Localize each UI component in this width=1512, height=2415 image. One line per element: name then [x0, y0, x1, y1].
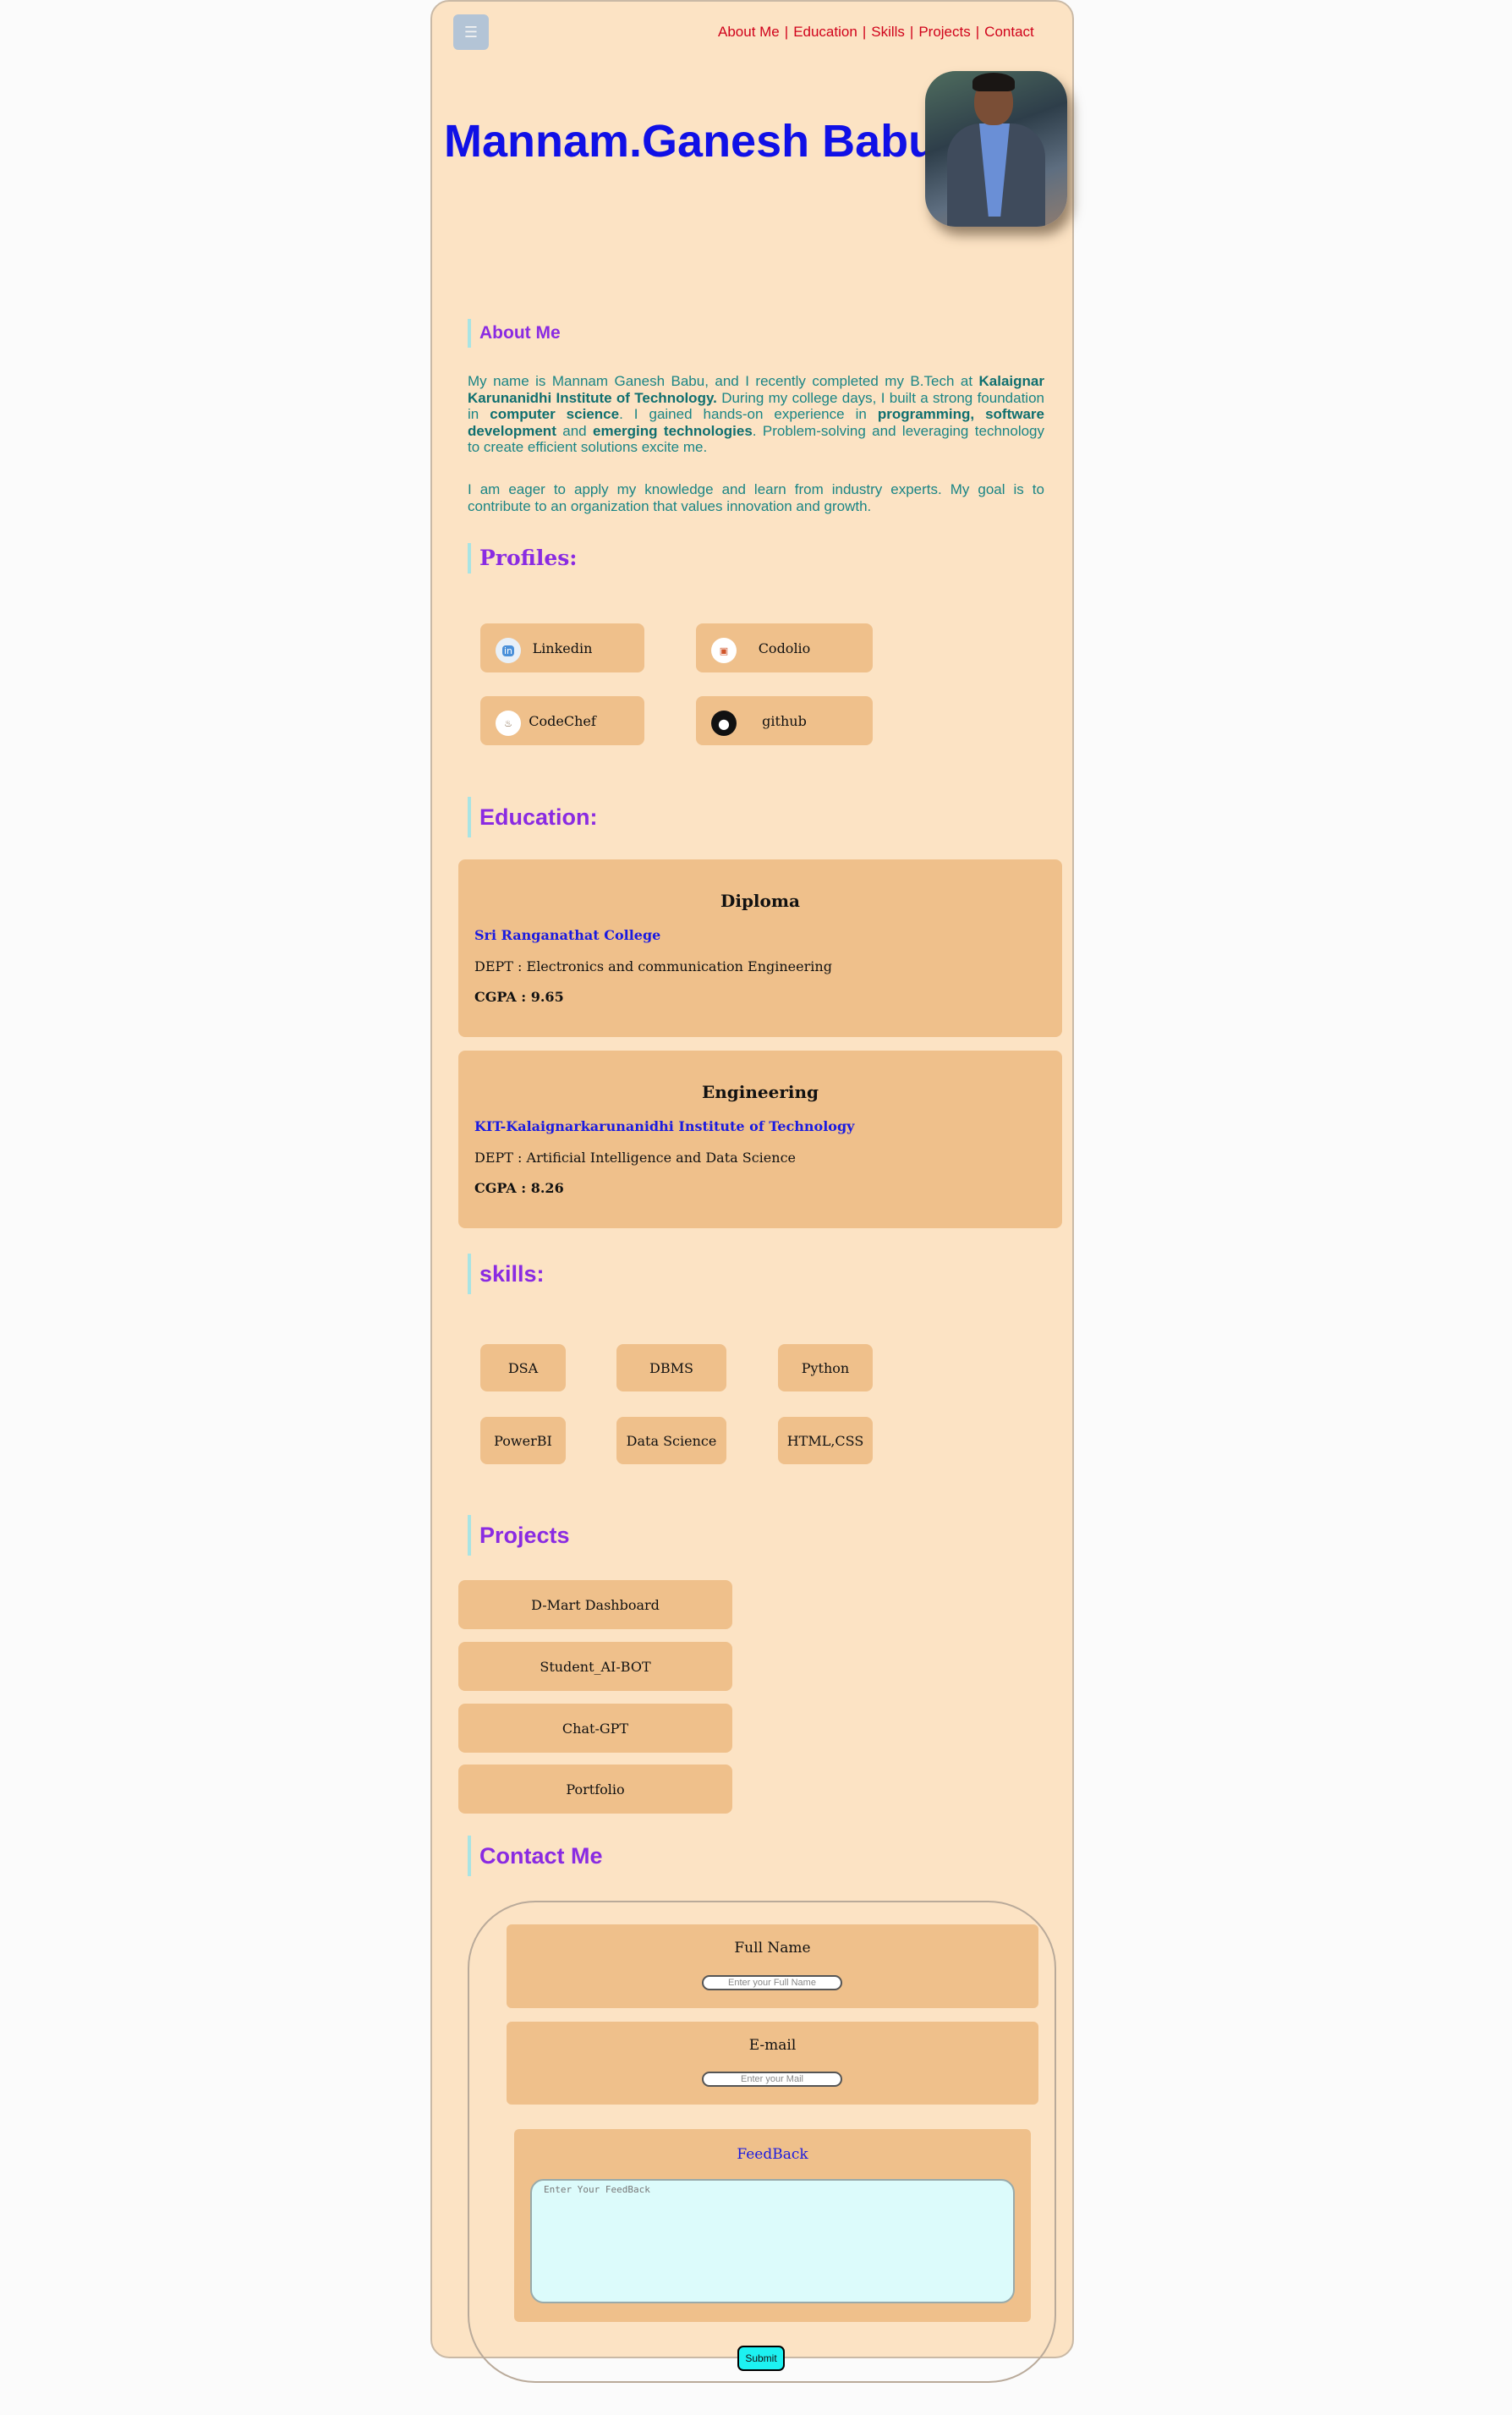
- skill-data-science: Data Science: [616, 1417, 726, 1464]
- menu-button[interactable]: ☰: [453, 14, 489, 50]
- education-heading: Education:: [468, 797, 598, 837]
- full-name-input[interactable]: [702, 1975, 842, 1990]
- education-card-engineering: Engineering KIT-Kalaignarkarunanidhi Ins…: [458, 1051, 1062, 1228]
- education-title: Engineering: [701, 1082, 819, 1102]
- skill-html-css: HTML,CSS: [778, 1417, 873, 1464]
- hamburger-icon: ☰: [463, 23, 479, 41]
- full-name-box: Full Name: [507, 1924, 1038, 2008]
- education-cgpa: CGPA : 8.26: [474, 1180, 564, 1196]
- project-item[interactable]: Chat-GPT: [458, 1704, 732, 1753]
- skill-python: Python: [778, 1344, 873, 1391]
- github-icon: ●: [711, 711, 737, 736]
- nav-education[interactable]: Education: [793, 24, 857, 40]
- nav-about[interactable]: About Me: [718, 24, 780, 40]
- education-card-diploma: Diploma Sri Ranganathat College DEPT : E…: [458, 859, 1062, 1037]
- education-college: Sri Ranganathat College: [474, 927, 661, 943]
- about-paragraph-2: I am eager to apply my knowledge and lea…: [468, 481, 1044, 514]
- profile-label: github: [762, 712, 807, 729]
- nav-projects[interactable]: Projects: [918, 24, 970, 40]
- profile-label: CodeChef: [529, 712, 596, 729]
- linkedin-icon: in: [496, 638, 521, 663]
- profile-github[interactable]: ● github: [696, 696, 873, 745]
- project-item[interactable]: Student_AI-BOT: [458, 1642, 732, 1691]
- about-text-run: emerging technologies: [593, 422, 753, 439]
- about-text-run: and: [556, 422, 594, 439]
- education-dept: DEPT : Artificial Intelligence and Data …: [474, 1150, 796, 1166]
- profile-linkedin[interactable]: in Linkedin: [480, 623, 644, 672]
- skill-powerbi: PowerBI: [480, 1417, 566, 1464]
- skill-dsa: DSA: [480, 1344, 566, 1391]
- profile-label: Codolio: [758, 639, 811, 656]
- page-title: Mannam.Ganesh Babu: [444, 116, 937, 167]
- contact-heading: Contact Me: [468, 1836, 603, 1876]
- education-college: KIT-Kalaignarkarunanidhi Institute of Te…: [474, 1118, 855, 1134]
- submit-button[interactable]: Submit: [737, 2346, 785, 2371]
- about-text-run: My name is Mannam Ganesh Babu, and I rec…: [468, 373, 979, 389]
- feedback-box: FeedBack: [514, 2129, 1031, 2322]
- about-text-run: . I gained hands-on experience in: [619, 406, 878, 422]
- about-text-run: computer science: [490, 406, 620, 422]
- feedback-textarea[interactable]: [530, 2179, 1015, 2303]
- skills-heading: skills:: [468, 1254, 545, 1294]
- email-label: E-mail: [748, 2037, 797, 2054]
- project-item[interactable]: D-Mart Dashboard: [458, 1580, 732, 1629]
- profile-codolio[interactable]: ▣ Codolio: [696, 623, 873, 672]
- profile-codechef[interactable]: ♨ CodeChef: [480, 696, 644, 745]
- education-cgpa: CGPA : 9.65: [474, 989, 564, 1005]
- project-item[interactable]: Portfolio: [458, 1765, 732, 1814]
- skill-dbms: DBMS: [616, 1344, 726, 1391]
- profile-photo: [925, 71, 1067, 227]
- portfolio-card: ☰ About Me | Education | Skills | Projects | Con…: [430, 0, 1074, 2383]
- education-dept: DEPT : Electronics and communication Eng…: [474, 958, 832, 974]
- about-heading: About Me: [468, 319, 561, 348]
- profiles-heading: Profiles:: [468, 543, 578, 574]
- nav-skills[interactable]: Skills: [871, 24, 905, 40]
- projects-heading: Projects: [468, 1515, 570, 1556]
- feedback-label: FeedBack: [737, 2146, 808, 2163]
- nav-contact[interactable]: Contact: [984, 24, 1034, 40]
- email-input[interactable]: [702, 2072, 842, 2087]
- email-box: E-mail: [507, 2022, 1038, 2105]
- profile-label: Linkedin: [532, 639, 593, 656]
- full-name-label: Full Name: [734, 1940, 811, 1957]
- codechef-icon: ♨: [496, 711, 521, 736]
- education-title: Diploma: [720, 891, 800, 911]
- about-paragraph-1: My name is Mannam Ganesh Babu, and I rec…: [468, 373, 1044, 456]
- top-nav: About Me | Education | Skills | Projects | Conta…: [718, 24, 1034, 40]
- codolio-icon: ▣: [711, 638, 737, 663]
